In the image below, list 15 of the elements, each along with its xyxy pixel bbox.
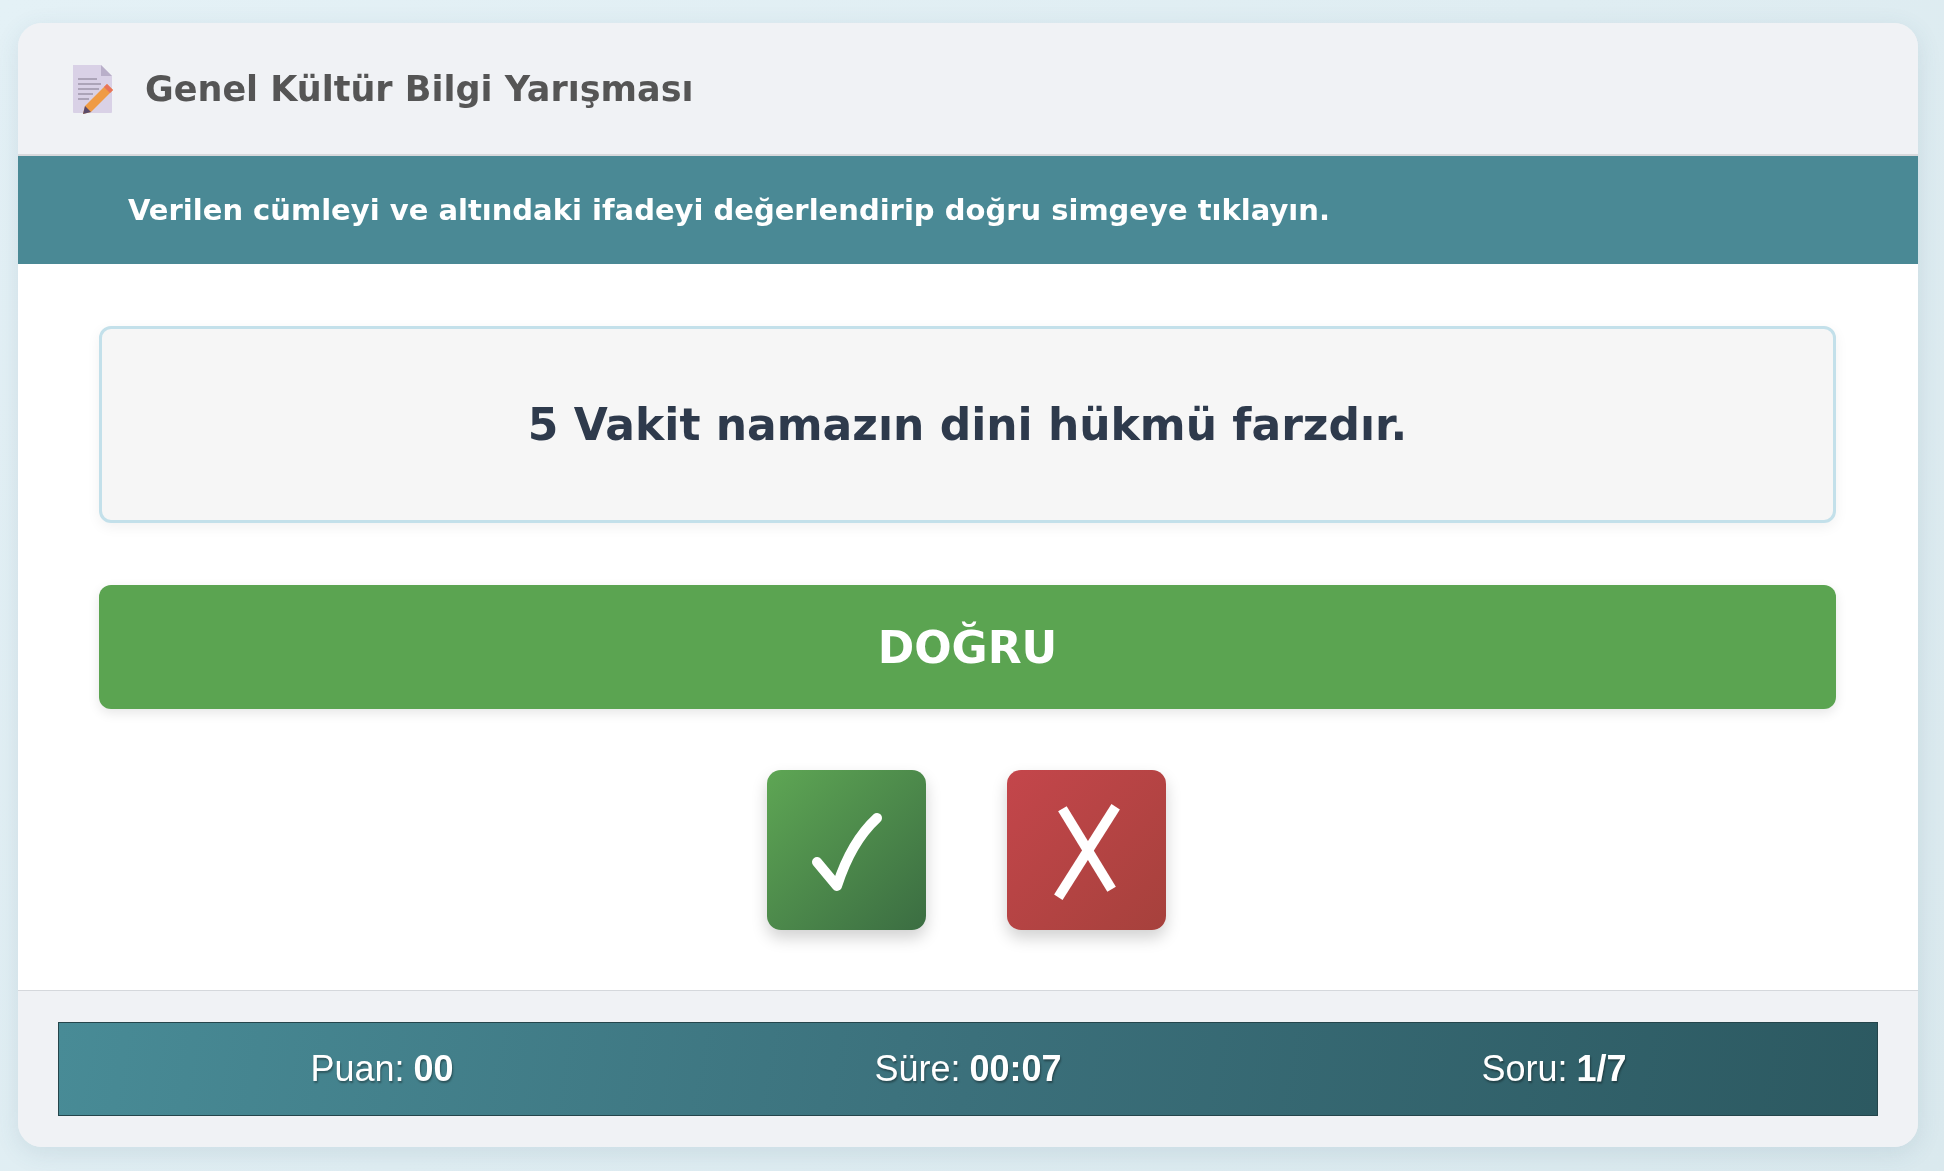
check-icon [810, 812, 883, 892]
status-label: Soru: [1481, 1048, 1568, 1090]
status-value: 1/7 [1576, 1048, 1627, 1090]
status-value: 00:07 [969, 1048, 1062, 1090]
wrong-answer-button[interactable] [1007, 770, 1166, 930]
correct-answer-button[interactable] [767, 770, 926, 930]
document-pencil-icon [71, 63, 114, 114]
claim-banner: DOĞRU [99, 585, 1836, 709]
instruction-text: Verilen cümleyi ve altındaki ifadeyi değerlendirip doğru simgeye tıklayın. [128, 193, 1330, 227]
quiz-title: Genel Kültür Bilgi Yarışması [145, 68, 694, 109]
status-label: Puan: [310, 1048, 405, 1090]
cross-icon [1053, 804, 1120, 900]
question-statement: 5 Vakit namazın dini hükmü farzdır. [527, 399, 1408, 450]
status-label: Süre: [874, 1048, 961, 1090]
status-value: 00 [413, 1048, 454, 1090]
